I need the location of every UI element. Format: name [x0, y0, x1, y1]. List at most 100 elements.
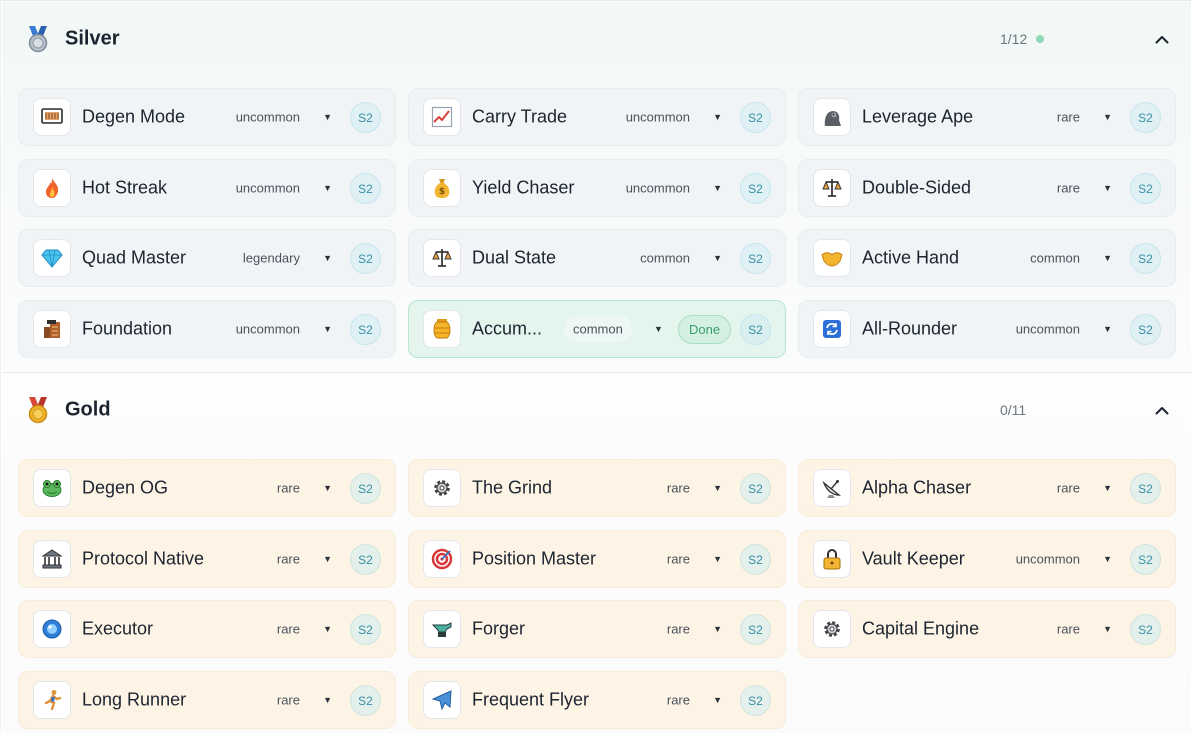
season-badge: S2 — [350, 614, 381, 645]
caret-down-icon[interactable]: ▼ — [323, 695, 332, 705]
caret-down-icon[interactable]: ▼ — [323, 483, 332, 493]
achievement-card[interactable]: Active Hand common ▼ S2 — [798, 229, 1176, 287]
season-badge: S2 — [740, 544, 771, 575]
silver-section-header[interactable]: Silver 1/12 — [2, 2, 1191, 76]
achievement-card[interactable]: $ Yield Chaser uncommon ▼ S2 — [408, 159, 786, 217]
achievement-card[interactable]: Frequent Flyer rare ▼ S2 — [408, 671, 786, 729]
season-badge: S2 — [1130, 102, 1161, 133]
caret-down-icon[interactable]: ▼ — [323, 183, 332, 193]
rarity-select[interactable]: rare — [667, 552, 690, 567]
rarity-select[interactable]: uncommon — [1016, 552, 1080, 567]
gold-section-header[interactable]: Gold 0/11 — [2, 374, 1191, 446]
achievement-card[interactable]: Long Runner rare ▼ S2 — [18, 671, 396, 729]
season-badge: S2 — [350, 243, 381, 274]
caret-down-icon[interactable]: ▼ — [713, 483, 722, 493]
caret-down-icon[interactable]: ▼ — [323, 112, 332, 122]
rarity-select[interactable]: rare — [1057, 181, 1080, 196]
rarity-select[interactable]: rare — [277, 693, 300, 708]
svg-text:$: $ — [439, 187, 445, 197]
gear-icon — [423, 469, 461, 507]
achievement-name: Frequent Flyer — [472, 689, 590, 710]
achievement-card[interactable]: Alpha Chaser rare ▼ S2 — [798, 459, 1176, 517]
season-badge: S2 — [1130, 614, 1161, 645]
rarity-select[interactable]: uncommon — [236, 322, 300, 337]
rarity-select[interactable]: common — [1030, 251, 1080, 266]
achievement-card[interactable]: Position Master rare ▼ S2 — [408, 530, 786, 588]
achievement-card[interactable]: Dual State common ▼ S2 — [408, 229, 786, 287]
achievement-card[interactable]: Hot Streak uncommon ▼ S2 — [18, 159, 396, 217]
rarity-select[interactable]: rare — [1057, 622, 1080, 637]
season-badge: S2 — [740, 314, 771, 345]
achievement-card[interactable]: Leverage Ape rare ▼ S2 — [798, 88, 1176, 146]
monitor-icon — [33, 98, 71, 136]
rarity-select[interactable]: rare — [667, 481, 690, 496]
gear-icon — [813, 610, 851, 648]
rarity-select[interactable]: rare — [277, 552, 300, 567]
target-icon — [423, 540, 461, 578]
caret-down-icon[interactable]: ▼ — [713, 554, 722, 564]
achievement-card[interactable]: Forger rare ▼ S2 — [408, 600, 786, 658]
rarity-select[interactable]: rare — [1057, 481, 1080, 496]
achievement-card[interactable]: Protocol Native rare ▼ S2 — [18, 530, 396, 588]
caret-down-icon[interactable]: ▼ — [323, 624, 332, 634]
honey-pot-icon — [423, 310, 461, 348]
rarity-select[interactable]: rare — [1057, 110, 1080, 125]
rarity-select[interactable]: uncommon — [626, 181, 690, 196]
achievement-name: Carry Trade — [472, 106, 568, 127]
achievement-card[interactable]: Foundation uncommon ▼ S2 — [18, 300, 396, 358]
rarity-select[interactable]: rare — [667, 622, 690, 637]
achievement-card[interactable]: Degen Mode uncommon ▼ S2 — [18, 88, 396, 146]
achievement-card[interactable]: Double-Sided rare ▼ S2 — [798, 159, 1176, 217]
caret-down-icon[interactable]: ▼ — [323, 253, 332, 263]
achievement-name: Leverage Ape — [862, 106, 974, 127]
achievement-name: Vault Keeper — [862, 548, 965, 569]
caret-down-icon[interactable]: ▼ — [654, 324, 663, 334]
caret-down-icon[interactable]: ▼ — [1103, 483, 1112, 493]
chevron-up-icon[interactable] — [1153, 401, 1171, 419]
rarity-select[interactable]: rare — [667, 693, 690, 708]
rarity-select[interactable]: uncommon — [1016, 322, 1080, 337]
season-badge: S2 — [350, 685, 381, 716]
rarity-select[interactable]: common — [564, 315, 632, 343]
chart-up-icon — [423, 98, 461, 136]
achievement-card[interactable]: Capital Engine rare ▼ S2 — [798, 600, 1176, 658]
frog-icon — [33, 469, 71, 507]
caret-down-icon[interactable]: ▼ — [1103, 624, 1112, 634]
caret-down-icon[interactable]: ▼ — [1103, 554, 1112, 564]
money-bag-icon: $ — [423, 169, 461, 207]
rarity-select[interactable]: uncommon — [626, 110, 690, 125]
diamond-icon — [33, 239, 71, 277]
achievement-name: Accum... — [472, 318, 543, 339]
caret-down-icon[interactable]: ▼ — [1103, 183, 1112, 193]
achievement-card[interactable]: The Grind rare ▼ S2 — [408, 459, 786, 517]
achievement-card[interactable]: Quad Master legendary ▼ S2 — [18, 229, 396, 287]
rarity-select[interactable]: rare — [277, 481, 300, 496]
rarity-select[interactable]: uncommon — [236, 181, 300, 196]
progress-count: 0/11 — [1000, 402, 1027, 418]
season-badge: S2 — [1130, 544, 1161, 575]
lock-icon — [813, 540, 851, 578]
caret-down-icon[interactable]: ▼ — [713, 695, 722, 705]
rarity-select[interactable]: legendary — [243, 251, 300, 266]
rarity-select[interactable]: common — [640, 251, 690, 266]
caret-down-icon[interactable]: ▼ — [713, 112, 722, 122]
achievement-card[interactable]: Executor rare ▼ S2 — [18, 600, 396, 658]
achievement-card[interactable]: Degen OG rare ▼ S2 — [18, 459, 396, 517]
caret-down-icon[interactable]: ▼ — [713, 624, 722, 634]
caret-down-icon[interactable]: ▼ — [323, 324, 332, 334]
achievement-card[interactable]: Accum... common ▼ Done S2 — [408, 300, 786, 358]
caret-down-icon[interactable]: ▼ — [1103, 253, 1112, 263]
achievement-card[interactable]: All-Rounder uncommon ▼ S2 — [798, 300, 1176, 358]
achievement-name: Forger — [472, 618, 526, 639]
caret-down-icon[interactable]: ▼ — [323, 554, 332, 564]
caret-down-icon[interactable]: ▼ — [713, 183, 722, 193]
achievement-card[interactable]: Carry Trade uncommon ▼ S2 — [408, 88, 786, 146]
caret-down-icon[interactable]: ▼ — [1103, 112, 1112, 122]
rarity-select[interactable]: rare — [277, 622, 300, 637]
caret-down-icon[interactable]: ▼ — [1103, 324, 1112, 334]
achievement-card[interactable]: Vault Keeper uncommon ▼ S2 — [798, 530, 1176, 588]
season-badge: S2 — [350, 102, 381, 133]
chevron-up-icon[interactable] — [1153, 30, 1171, 48]
caret-down-icon[interactable]: ▼ — [713, 253, 722, 263]
rarity-select[interactable]: uncommon — [236, 110, 300, 125]
